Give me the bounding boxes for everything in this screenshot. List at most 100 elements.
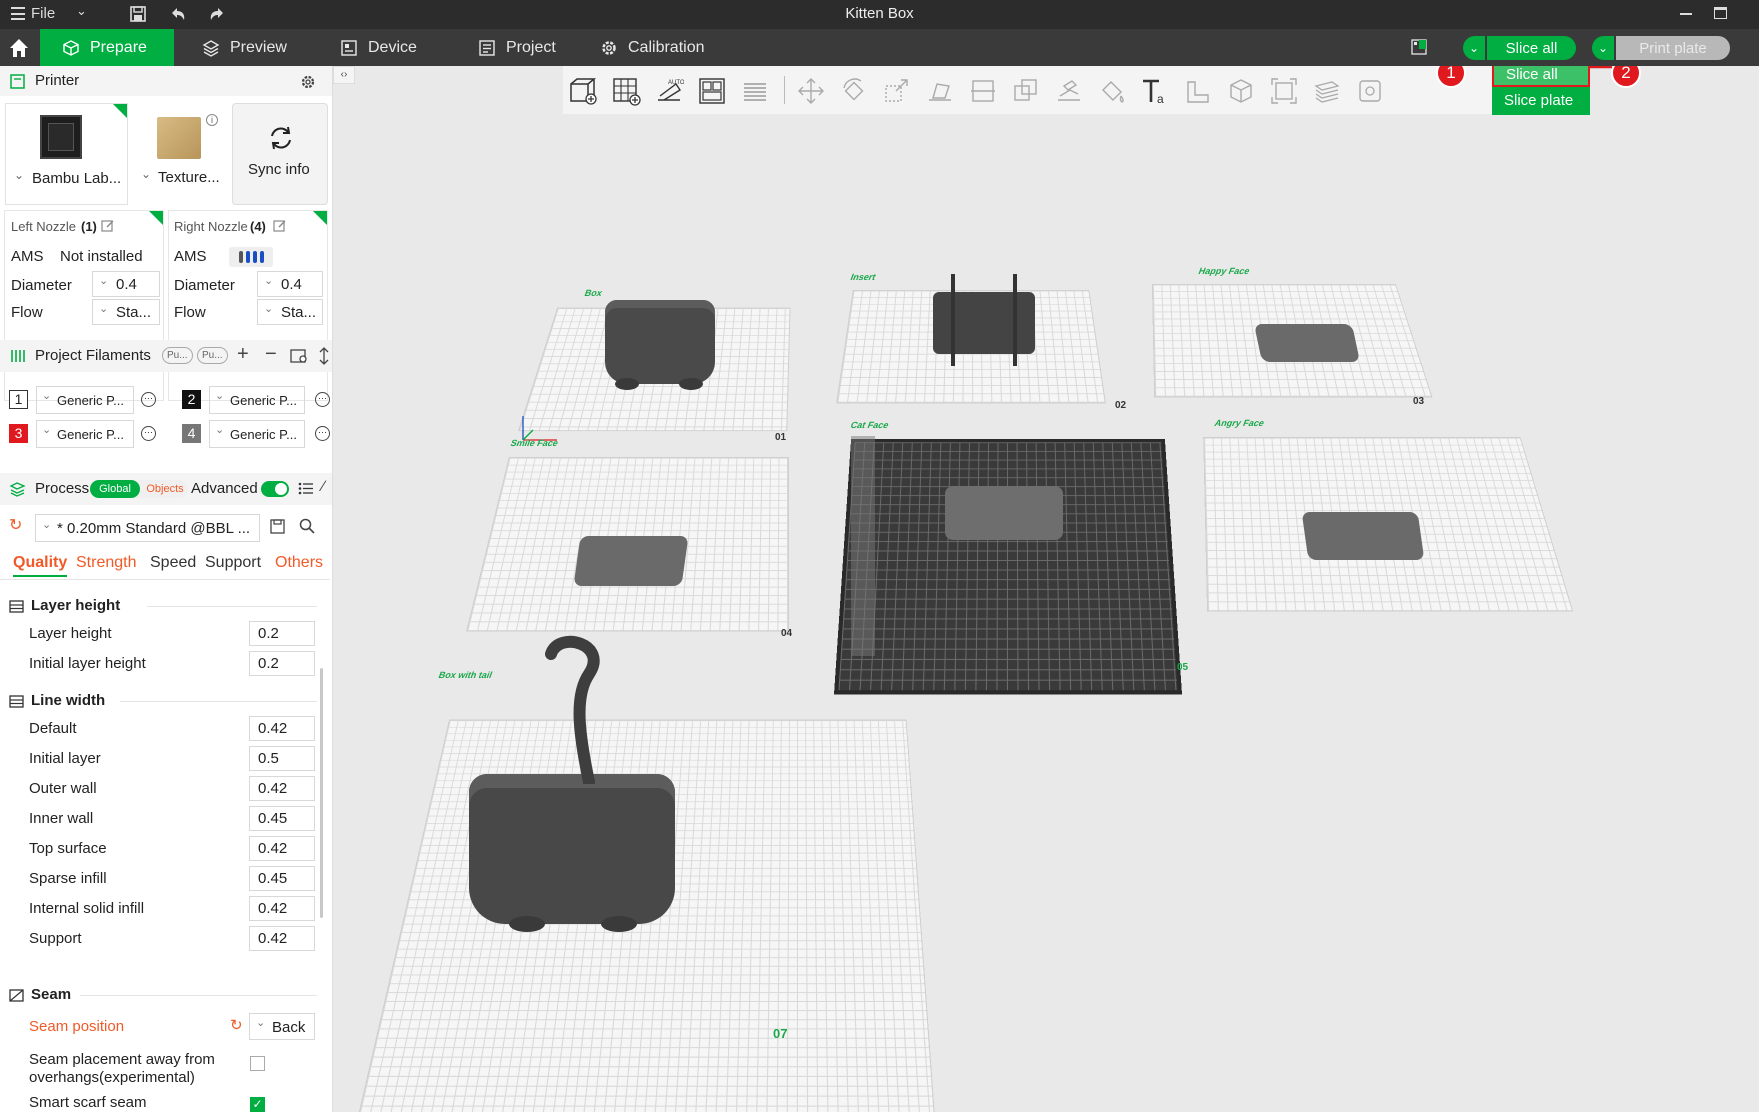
more-options-icon[interactable]: ···: [141, 426, 156, 441]
printer-card[interactable]: ⌄ Bambu Lab...: [5, 103, 128, 205]
add-object-icon[interactable]: [565, 73, 601, 109]
layout-toggle-icon[interactable]: [1411, 39, 1427, 55]
happy-face-model[interactable]: [1254, 324, 1360, 362]
cut-icon[interactable]: [965, 73, 1001, 109]
left-diameter-select[interactable]: ⌄ 0.4: [92, 271, 160, 297]
filament-row-4[interactable]: 4 ⌄ Generic P... ···: [182, 420, 332, 450]
arrange-icon[interactable]: [694, 73, 730, 109]
print-plate-dropdown-button[interactable]: ⌄: [1592, 36, 1614, 60]
edit-icon[interactable]: [273, 219, 287, 233]
tab-calibration[interactable]: Calibration: [578, 29, 726, 66]
save-preset-icon[interactable]: [270, 519, 285, 534]
box-model[interactable]: [605, 300, 715, 384]
plate-01[interactable]: Box 01: [519, 290, 789, 446]
seam-position-select[interactable]: ⌄ Back: [249, 1013, 315, 1040]
print-plate-button[interactable]: Print plate: [1616, 36, 1730, 60]
3d-viewport[interactable]: ‹› AUTO a Slice all Slice plate 1 2 Box …: [333, 66, 1759, 1112]
plate-06[interactable]: Angry Face: [1185, 418, 1575, 680]
layers-view-icon[interactable]: [1309, 73, 1345, 109]
left-flow-select[interactable]: ⌄ Sta...: [92, 299, 160, 325]
initial-layer-width-input[interactable]: 0.5: [249, 746, 315, 771]
slice-plate-menu-item[interactable]: Slice plate: [1492, 87, 1590, 115]
support-width-input[interactable]: 0.42: [249, 926, 315, 951]
plate-04[interactable]: Smile Face 04: [469, 438, 809, 648]
support-paint-icon[interactable]: [1051, 73, 1087, 109]
filament-row-2[interactable]: 2 ⌄ Generic P... ···: [182, 386, 332, 416]
smile-face-model[interactable]: [573, 536, 688, 586]
internal-solid-infill-width-input[interactable]: 0.42: [249, 896, 315, 921]
subtab-strength[interactable]: Strength: [76, 554, 136, 572]
info-icon[interactable]: i: [206, 114, 218, 126]
reset-icon[interactable]: ↻: [9, 515, 22, 535]
smart-scarf-seam-checkbox[interactable]: ✓: [250, 1097, 265, 1112]
sparse-infill-width-input[interactable]: 0.45: [249, 866, 315, 891]
filament-settings-icon[interactable]: [290, 348, 308, 364]
plate-02[interactable]: Insert 02: [845, 274, 1127, 414]
seam-away-checkbox[interactable]: [250, 1056, 265, 1071]
search-icon[interactable]: [299, 518, 315, 534]
slice-all-menu-item[interactable]: Slice all: [1492, 66, 1590, 87]
measure-icon[interactable]: [1180, 73, 1216, 109]
box-with-tail-model[interactable]: [469, 774, 675, 924]
cat-face-model[interactable]: [945, 486, 1063, 540]
split-plate-icon[interactable]: [737, 73, 773, 109]
more-options-icon[interactable]: ···: [315, 392, 330, 407]
layer-height-input[interactable]: 0.2: [249, 621, 315, 646]
filament-chip-2[interactable]: Pu...: [197, 347, 228, 364]
ams-unit-icon[interactable]: [229, 247, 273, 267]
subtab-others[interactable]: Others: [275, 554, 323, 572]
filament-chip-1[interactable]: Pu...: [162, 347, 193, 364]
filament-row-1[interactable]: 1 ⌄ Generic P... ···: [9, 386, 169, 416]
subtab-support[interactable]: Support: [205, 554, 261, 572]
minimize-icon[interactable]: [1680, 13, 1692, 15]
initial-layer-height-input[interactable]: 0.2: [249, 651, 315, 676]
default-width-input[interactable]: 0.42: [249, 716, 315, 741]
fit-view-icon[interactable]: [1266, 73, 1302, 109]
sidebar-scrollbar[interactable]: [320, 668, 323, 918]
assembly-icon[interactable]: [1223, 73, 1259, 109]
maximize-icon[interactable]: [1714, 7, 1727, 19]
sync-info-button[interactable]: Sync info: [232, 103, 328, 205]
more-options-icon[interactable]: ···: [315, 426, 330, 441]
add-plate-icon[interactable]: [608, 73, 644, 109]
slice-all-dropdown-button[interactable]: ⌄: [1463, 36, 1485, 60]
filament-select[interactable]: ⌄ Generic P...: [209, 386, 305, 414]
home-icon[interactable]: [8, 37, 30, 59]
insert-model[interactable]: [933, 292, 1035, 354]
move-icon[interactable]: [793, 73, 829, 109]
variable-layer-icon[interactable]: [1352, 73, 1388, 109]
filament-sync-icon[interactable]: [318, 347, 330, 365]
filament-select[interactable]: ⌄ Generic P...: [36, 386, 134, 414]
scale-icon[interactable]: [879, 73, 915, 109]
subtab-quality[interactable]: Quality: [13, 554, 67, 577]
tab-preview[interactable]: Preview: [180, 29, 309, 66]
subtab-speed[interactable]: Speed: [150, 554, 196, 572]
edit-icon[interactable]: [101, 219, 115, 233]
global-option[interactable]: Global: [90, 480, 140, 498]
remove-filament-icon[interactable]: −: [265, 343, 277, 366]
filament-row-3[interactable]: 3 ⌄ Generic P... ···: [9, 420, 169, 450]
reset-icon[interactable]: ↻: [230, 1016, 243, 1034]
tab-device[interactable]: Device: [318, 29, 439, 66]
text-tool-icon[interactable]: a: [1137, 73, 1173, 109]
plate-03[interactable]: Happy Face 03: [1133, 268, 1445, 408]
process-preset-select[interactable]: ⌄ * 0.20mm Standard @BBL ...: [35, 514, 260, 542]
tab-project[interactable]: Project: [456, 29, 578, 66]
objects-option[interactable]: Objects: [142, 480, 188, 498]
boolean-icon[interactable]: [1008, 73, 1044, 109]
inner-wall-width-input[interactable]: 0.45: [249, 806, 315, 831]
filament-select[interactable]: ⌄ Generic P...: [209, 420, 305, 448]
top-surface-width-input[interactable]: 0.42: [249, 836, 315, 861]
collapse-sidebar-button[interactable]: ‹›: [333, 66, 355, 84]
right-flow-select[interactable]: ⌄ Sta...: [257, 299, 323, 325]
right-diameter-select[interactable]: ⌄ 0.4: [257, 271, 323, 297]
auto-orient-icon[interactable]: AUTO: [651, 73, 687, 109]
plate-07[interactable]: Box with tail 07: [369, 654, 949, 1112]
rotate-icon[interactable]: [836, 73, 872, 109]
lay-on-face-icon[interactable]: [922, 73, 958, 109]
advanced-switch[interactable]: [261, 481, 289, 497]
gear-icon[interactable]: [300, 74, 316, 90]
global-objects-toggle[interactable]: Global Objects: [90, 480, 188, 498]
color-paint-icon[interactable]: [1094, 73, 1130, 109]
more-options-icon[interactable]: ···: [141, 392, 156, 407]
